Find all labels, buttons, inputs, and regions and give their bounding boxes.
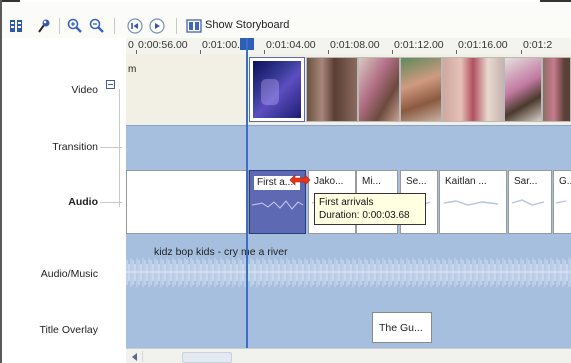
title-clip-label: The Gu... xyxy=(379,322,423,334)
scroll-left-icon[interactable] xyxy=(128,351,143,362)
video-clip-partial-label: m xyxy=(128,64,137,75)
video-track[interactable]: m xyxy=(126,54,571,125)
video-clip-thumbnail[interactable] xyxy=(442,57,504,122)
audio-clip-label: Mi... xyxy=(362,176,381,187)
toolbar-separator xyxy=(176,18,177,34)
movie-maker-timeline: Show Storyboard 0 0:00:56.00 0:01:00.00 … xyxy=(0,0,571,363)
video-clip-thumbnail[interactable] xyxy=(542,57,571,122)
ruler-tick-label: 0:01:08.00 xyxy=(330,39,380,51)
title-overlay-track[interactable]: The Gu... xyxy=(126,307,571,348)
ruler-tick-label: 0:01:04.00 xyxy=(266,39,316,51)
show-storyboard-icon[interactable] xyxy=(185,17,203,35)
audio-track[interactable]: First a... Jako... Mi... Se... Kaitlan .… xyxy=(126,167,571,238)
show-storyboard-button[interactable]: Show Storyboard xyxy=(205,19,289,31)
track-label-audio-music: Audio/Music xyxy=(40,268,98,280)
window-left-edge xyxy=(0,0,2,363)
ruler-tick-label: 0:00:56.00 xyxy=(138,39,188,51)
toolbar-separator xyxy=(59,18,60,34)
video-clip-selected[interactable] xyxy=(249,57,305,122)
track-label-transition: Transition xyxy=(52,141,98,153)
play-timeline-icon[interactable] xyxy=(148,17,166,35)
video-clip-thumbnail[interactable] xyxy=(504,57,542,122)
track-label-audio: Audio xyxy=(68,196,98,208)
audio-clip[interactable]: G... xyxy=(553,170,571,234)
audio-clip-partial[interactable] xyxy=(126,170,249,234)
transition-track[interactable] xyxy=(126,126,571,167)
scrollbar-thumb[interactable] xyxy=(182,352,232,363)
timeline-ruler[interactable]: 0 0:00:56.00 0:01:00.00 0:01:04.00 0:01:… xyxy=(126,38,571,55)
ruler-tick-label: 0 xyxy=(128,39,134,51)
video-clip-thumbnail[interactable] xyxy=(358,57,400,122)
audio-clip[interactable]: Kaitlan ... xyxy=(439,170,507,234)
audio-clip-label: Kaitlan ... xyxy=(445,176,487,187)
trim-handle-icon[interactable] xyxy=(289,170,311,189)
zoom-out-icon[interactable] xyxy=(88,17,106,35)
rewind-timeline-icon[interactable] xyxy=(126,17,144,35)
tree-guide-line xyxy=(119,89,120,207)
set-audio-levels-icon[interactable] xyxy=(35,17,53,35)
storyboard-view-icon[interactable] xyxy=(7,17,25,35)
ruler-tick-label: 0:01:16.00 xyxy=(458,39,508,51)
track-labels: Video Transition Audio Audio/Music Title… xyxy=(2,54,126,348)
clip-tooltip: First arrivals Duration: 0:00:03.68 xyxy=(314,193,426,225)
horizontal-scrollbar[interactable] xyxy=(126,348,571,363)
tree-guide-line xyxy=(100,147,122,148)
music-clip-label: kidz bop kids - cry me a river xyxy=(154,246,288,258)
track-label-video: Video xyxy=(71,84,98,96)
audio-clip[interactable]: Sar... xyxy=(508,170,552,234)
collapse-video-icon[interactable] xyxy=(106,80,115,89)
tree-guide-line xyxy=(100,202,122,203)
toolbar-separator xyxy=(114,18,115,34)
audio-clip-label: Se... xyxy=(406,176,427,187)
zoom-in-icon[interactable] xyxy=(66,17,84,35)
timeline-toolbar: Show Storyboard xyxy=(2,2,571,38)
video-clip-thumbnail[interactable] xyxy=(306,57,358,122)
audio-music-track[interactable]: kidz bop kids - cry me a river xyxy=(126,238,571,307)
title-clip[interactable]: The Gu... xyxy=(372,312,432,343)
ruler-tick-label: 0:01:12.00 xyxy=(394,39,444,51)
video-clip-thumbnail[interactable] xyxy=(400,57,442,122)
audio-clip-label: G... xyxy=(559,176,571,187)
track-label-title-overlay: Title Overlay xyxy=(39,324,98,336)
tooltip-clip-name: First arrivals xyxy=(319,197,374,208)
playhead-line[interactable] xyxy=(246,38,248,348)
bottom-left-blank xyxy=(2,348,126,363)
tooltip-clip-duration: Duration: 0:00:03.68 xyxy=(319,210,410,221)
ruler-tick-label: 0:01:2 xyxy=(523,39,553,51)
audio-clip-label: Jako... xyxy=(314,176,344,187)
audio-clip-label: Sar... xyxy=(514,176,538,187)
